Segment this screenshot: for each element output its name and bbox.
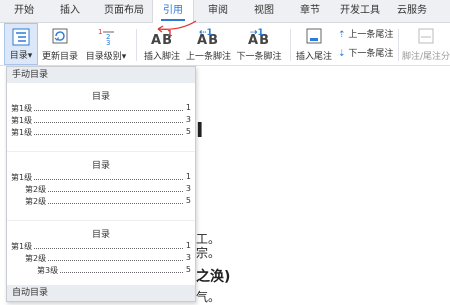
toc-row-level: 第1级 <box>11 103 35 114</box>
ribbon-panel: 目录▾ 更新目录 1 2 3 目录级别▾ AB 1 插入脚注 AB ⇠1 上一条… <box>0 20 450 66</box>
ribbon-separator <box>136 29 137 61</box>
toc-dropdown-menu: 手动目录 目录 第1级 1 第1级 3 第1级 5 目录 第1级 1 第2级 3… <box>6 66 196 302</box>
toc-option-title: 目录 <box>91 230 110 240</box>
ribbon-separator <box>290 29 291 61</box>
tab-developer[interactable]: 开发工具 <box>334 0 386 22</box>
toc-style-option-1[interactable]: 目录 第1级 1 第1级 3 第1级 5 <box>7 83 195 152</box>
tab-home[interactable]: 开始 <box>6 0 42 22</box>
document-text: 气。 <box>196 290 221 304</box>
tab-insert[interactable]: 插入 <box>52 0 88 22</box>
toc-row: 第1级 1 <box>7 103 195 115</box>
toc-row-page: 3 <box>183 253 191 262</box>
endnote-icon <box>305 27 323 48</box>
ribbon-tab-bar: 开始 插入 页面布局 引用 审阅 视图 章节 开发工具 云服务 <box>0 0 450 23</box>
toc-row: 第1级 5 <box>7 127 195 139</box>
next-endnote-icon: ⇣ <box>338 49 346 59</box>
footnote-ab-icon: AB 1 <box>151 29 173 48</box>
toc-level-icon: 1 2 3 <box>96 27 116 48</box>
toc-row: 第2级 5 <box>7 196 195 208</box>
toc-row: 第3级 5 <box>7 265 195 277</box>
toc-row-page: 1 <box>183 172 191 181</box>
update-toc-icon <box>51 27 69 48</box>
prev-endnote-icon: ⇡ <box>338 30 346 40</box>
toc-row-level: 第1级 <box>11 172 35 183</box>
toc-row: 第2级 3 <box>7 253 195 265</box>
ribbon-separator <box>398 29 399 61</box>
document-text: 宗。 <box>196 246 221 260</box>
update-toc-button[interactable]: 更新目录 <box>40 23 80 65</box>
toc-row-level: 第3级 <box>37 265 61 276</box>
insert-footnote-label: 插入脚注 <box>143 52 180 62</box>
toc-row: 第1级 1 <box>7 241 195 253</box>
prev-footnote-label: 上一条脚注 <box>186 52 232 62</box>
tab-view[interactable]: 视图 <box>246 0 282 22</box>
toc-row-page: 5 <box>183 127 191 136</box>
toc-row-page: 1 <box>183 103 191 112</box>
toc-style-option-2[interactable]: 目录 第1级 1 第2级 3 第2级 5 <box>7 152 195 221</box>
toc-row-level: 第2级 <box>25 253 49 264</box>
document-text: I <box>196 118 204 142</box>
next-footnote-button[interactable]: AB ⇢1 下一条脚注 <box>234 23 284 65</box>
toc-option-title: 目录 <box>91 92 110 102</box>
toc-row: 第2级 3 <box>7 184 195 196</box>
svg-text:1: 1 <box>98 28 102 36</box>
toc-level-label: 目录级别 <box>85 52 122 62</box>
footnote-endnote-separator-button[interactable]: 脚注/尾注分 <box>402 23 450 65</box>
footnote-separator-icon <box>417 27 435 48</box>
tab-chapter[interactable]: 章节 <box>292 0 328 22</box>
toc-icon <box>12 28 30 49</box>
insert-endnote-button[interactable]: 插入尾注 <box>294 23 334 65</box>
svg-text:3: 3 <box>106 39 110 45</box>
toc-row-level: 第1级 <box>11 127 35 138</box>
auto-toc-header[interactable]: 自动目录 <box>7 285 195 301</box>
toc-row-page: 3 <box>183 184 191 193</box>
chevron-down-icon: ▾ <box>27 51 33 61</box>
annotation-arrow-icon <box>157 20 197 33</box>
prev-endnote-label: 上一条尾注 <box>348 30 394 40</box>
footnote-endnote-label: 脚注/尾注分 <box>402 52 450 62</box>
toc-row-level: 第1级 <box>11 115 35 126</box>
toc-row-level: 第2级 <box>25 196 49 207</box>
toc-level-button[interactable]: 1 2 3 目录级别▾ <box>82 23 130 65</box>
tab-page-layout[interactable]: 页面布局 <box>98 0 150 22</box>
toc-button-label: 目录 <box>9 51 28 61</box>
insert-endnote-label: 插入尾注 <box>295 52 332 62</box>
update-toc-label: 更新目录 <box>41 52 78 62</box>
next-endnote-label: 下一条尾注 <box>348 49 394 59</box>
toc-button[interactable]: 目录▾ <box>4 23 38 65</box>
toc-row: 第1级 1 <box>7 172 195 184</box>
tab-cloud-service[interactable]: 云服务 <box>390 0 434 22</box>
toc-row: 第1级 3 <box>7 115 195 127</box>
toc-row-page: 5 <box>183 196 191 205</box>
prev-endnote-button[interactable]: ⇡ 上一条尾注 <box>338 27 393 40</box>
next-endnote-button[interactable]: ⇣ 下一条尾注 <box>338 46 393 59</box>
toc-row-level: 第1级 <box>11 241 35 252</box>
toc-row-level: 第2级 <box>25 184 49 195</box>
toc-row-page: 1 <box>183 241 191 250</box>
toc-row-page: 5 <box>183 265 191 274</box>
toc-row-page: 3 <box>183 115 191 124</box>
toc-option-title: 目录 <box>91 161 110 171</box>
next-footnote-label: 下一条脚注 <box>236 52 282 62</box>
manual-toc-header: 手动目录 <box>7 67 195 83</box>
chevron-down-icon: ▾ <box>121 52 127 62</box>
prev-footnote-icon: AB ⇠1 <box>197 28 219 48</box>
document-text: 之涣) <box>196 269 231 285</box>
next-footnote-icon: AB ⇢1 <box>248 28 270 48</box>
toc-style-option-3[interactable]: 目录 第1级 1 第2级 3 第3级 5 <box>7 221 195 289</box>
tab-review[interactable]: 审阅 <box>200 0 236 22</box>
